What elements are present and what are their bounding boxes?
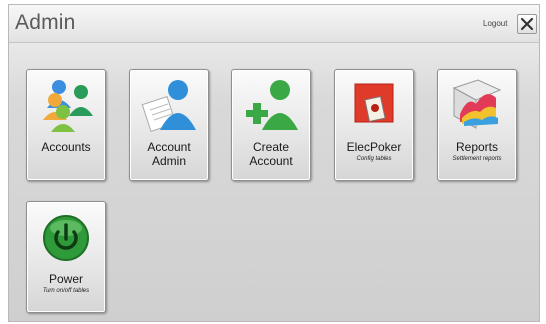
reports-icon (452, 79, 502, 129)
power-subtitle: Turn on/off tables (42, 288, 90, 294)
accounts-label: Accounts (41, 140, 91, 154)
page-title: Admin (15, 11, 76, 34)
power-tile[interactable]: Power Turn on/off tables (26, 201, 106, 313)
elecpoker-tile[interactable]: ElecPoker Config tables (334, 69, 414, 181)
logout-label[interactable]: Logout (483, 19, 507, 28)
account-admin-tile[interactable]: Account Admin (129, 69, 209, 181)
close-icon (520, 17, 534, 31)
elecpoker-label: ElecPoker (346, 140, 402, 154)
admin-screen: Admin Logout Accounts Account Admin Crea… (8, 4, 540, 322)
power-label: Power (48, 272, 83, 286)
accounts-tile[interactable]: Accounts (26, 69, 106, 181)
header-bar: Admin Logout (9, 5, 539, 43)
accounts-icon (43, 80, 93, 132)
reports-tile[interactable]: Reports Settlement reports (437, 69, 517, 181)
create-account-tile[interactable]: Create Account (231, 69, 311, 181)
elecpoker-subtitle: Config tables (356, 156, 392, 162)
create-account-label-line2: Account (249, 154, 293, 168)
reports-subtitle: Settlement reports (452, 156, 502, 162)
power-icon (43, 215, 89, 261)
logout-button[interactable] (517, 14, 537, 34)
account-admin-icon (141, 80, 196, 132)
create-account-icon (246, 80, 298, 130)
reports-label: Reports (455, 140, 499, 154)
account-admin-label-line1: Account (147, 140, 191, 154)
create-account-label-line1: Create (252, 140, 290, 154)
elecpoker-icon (354, 83, 394, 123)
account-admin-label-line2: Admin (151, 154, 186, 168)
